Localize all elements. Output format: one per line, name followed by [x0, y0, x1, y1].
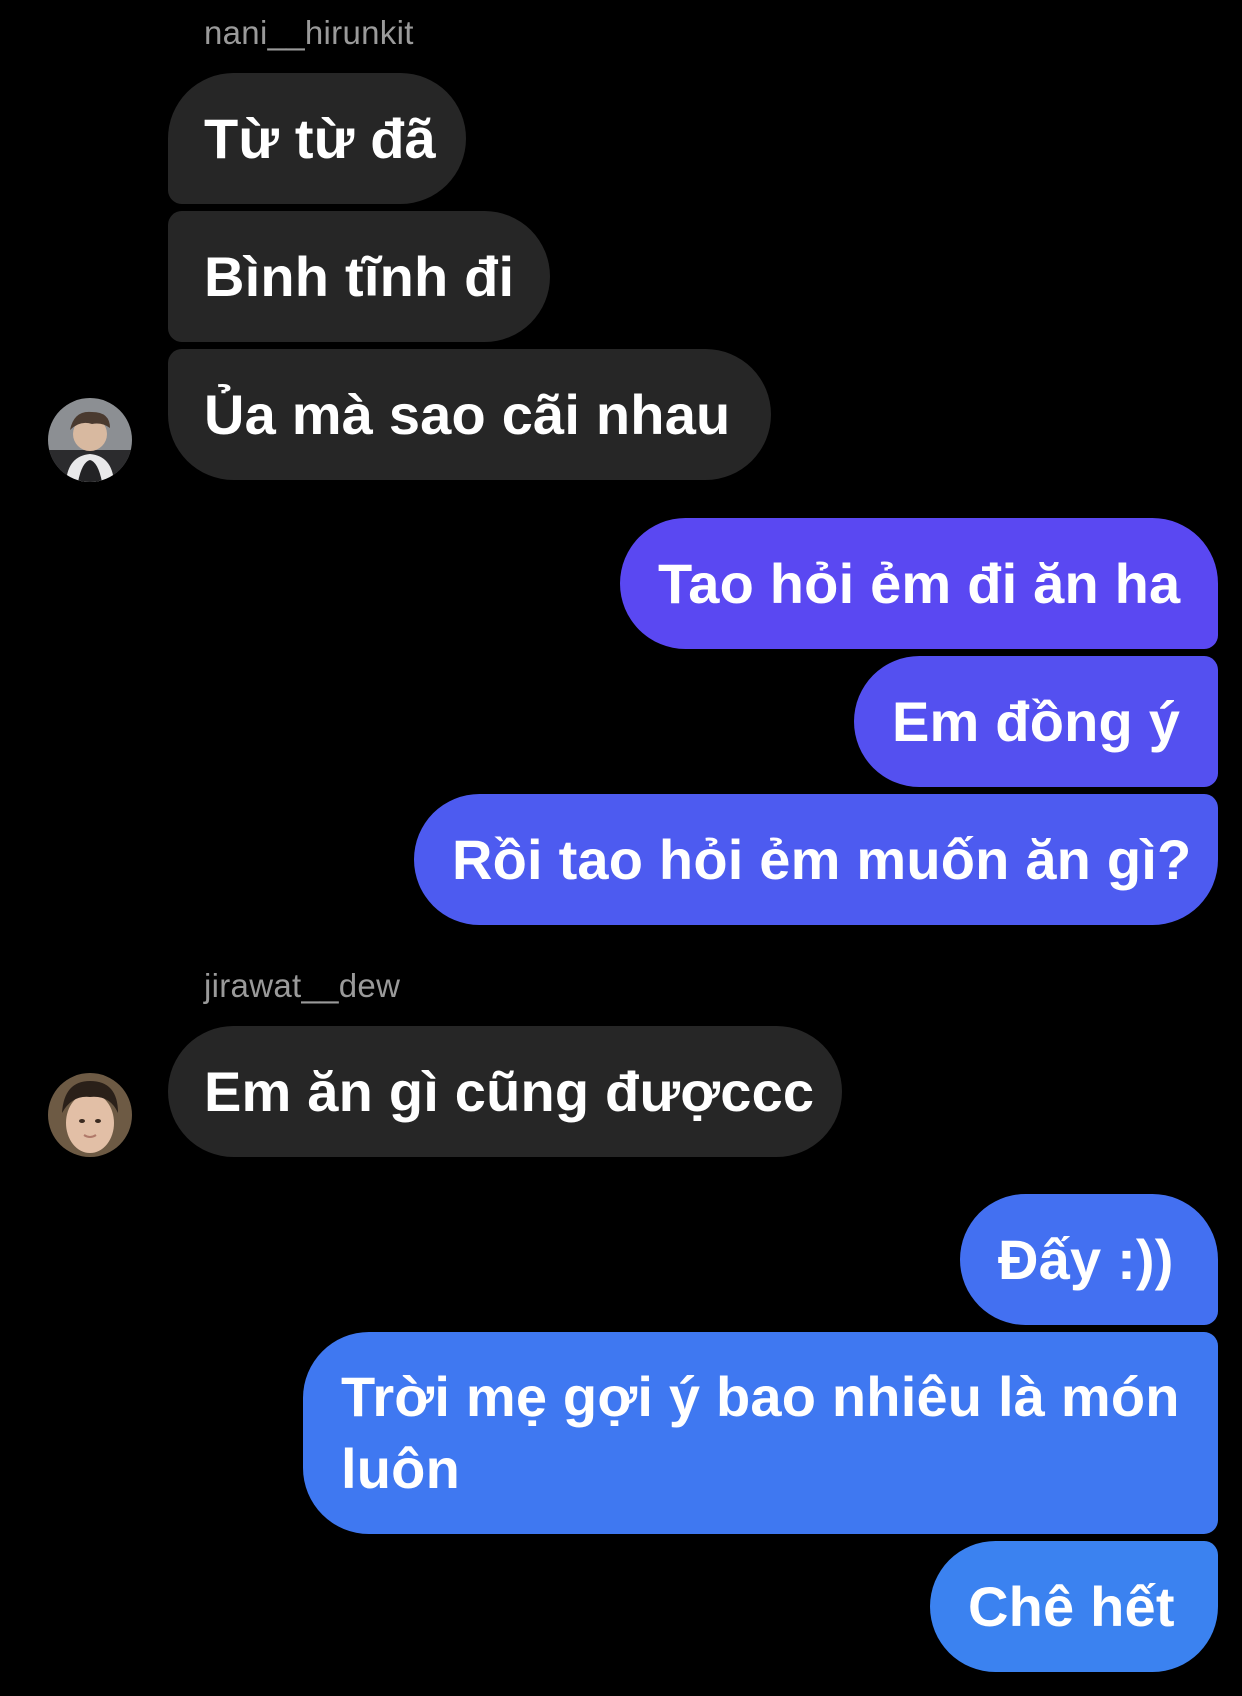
sender-name-jirawat: jirawat__dew [204, 967, 401, 1004]
message-bubble-outgoing[interactable]: Trời mẹ gợi ý bao nhiêu là món luôn [303, 1332, 1218, 1534]
message-bubble-incoming[interactable]: Em ăn gì cũng đượccc [168, 1026, 842, 1157]
profile-photo-icon [48, 1073, 132, 1157]
message-text: Chê hết [968, 1575, 1175, 1638]
message-bubble-outgoing[interactable]: Tao hỏi ẻm đi ăn ha [620, 518, 1218, 649]
message-text: Rồi tao hỏi ẻm muốn ăn gì? [452, 828, 1192, 891]
message-text: Em đồng ý [892, 690, 1181, 753]
message-text: Từ từ đã [204, 107, 437, 170]
message-text: Em ăn gì cũng đượccc [204, 1060, 815, 1123]
message-text: Trời mẹ gợi ý bao nhiêu là món luôn [341, 1365, 1180, 1500]
message-bubble-incoming[interactable]: Bình tĩnh đi [168, 211, 550, 342]
message-bubble-outgoing[interactable]: Đấy :)) [960, 1194, 1218, 1325]
message-bubble-outgoing[interactable]: Em đồng ý [854, 656, 1218, 787]
message-text: Đấy :)) [998, 1228, 1174, 1291]
avatar[interactable] [48, 1073, 132, 1157]
message-bubble-outgoing[interactable]: Rồi tao hỏi ẻm muốn ăn gì? [414, 794, 1218, 925]
profile-photo-icon [48, 398, 132, 482]
message-text: Tao hỏi ẻm đi ăn ha [658, 552, 1181, 615]
message-bubble-incoming[interactable]: Ủa mà sao cãi nhau [168, 349, 771, 480]
sender-name-nani: nani__hirunkit [204, 14, 414, 51]
avatar[interactable] [48, 398, 132, 482]
message-text: Bình tĩnh đi [204, 245, 515, 308]
message-bubble-incoming[interactable]: Từ từ đã [168, 73, 466, 204]
message-bubble-outgoing[interactable]: Chê hết [930, 1541, 1218, 1672]
message-text: Ủa mà sao cãi nhau [204, 383, 731, 446]
